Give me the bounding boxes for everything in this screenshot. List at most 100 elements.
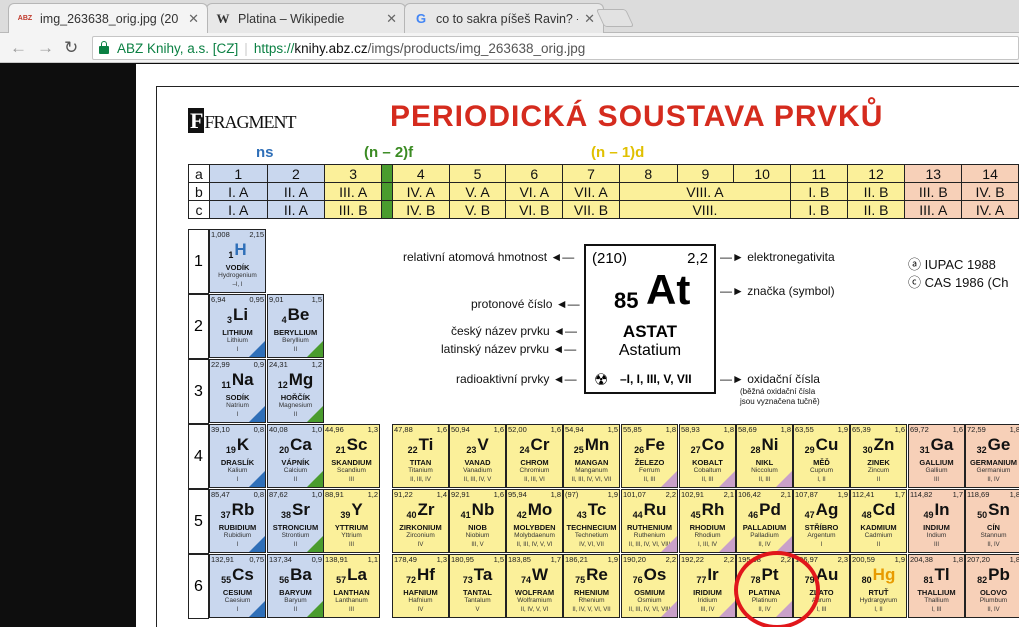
element-cz-name: YTTRIUM xyxy=(334,523,369,532)
back-icon[interactable]: ← xyxy=(10,38,27,58)
element-cell-cu: 63,55 1,9 29Cu MĚĎ Cuprum I, II xyxy=(793,424,850,488)
element-electroneg: 1,6 xyxy=(493,490,504,499)
element-mass: (97) xyxy=(565,490,579,499)
element-number: 29 xyxy=(804,445,815,455)
element-mass: 1,008 xyxy=(211,230,230,239)
element-cz-name: KOBALT xyxy=(692,458,723,467)
element-symbol-text: Cr xyxy=(530,435,550,454)
address-bar[interactable]: ABZ Knihy, a.s. [CZ] | https:// knihy.ab… xyxy=(92,36,1019,60)
element-cell-cs: 132,91 0,75 55Cs CESIUM Caesium I xyxy=(209,554,266,618)
element-symbol: 4Be xyxy=(268,305,323,325)
element-symbol: 3Li xyxy=(210,305,265,325)
poster-title: PERIODICKÁ SOUSTAVA PRVKŮ xyxy=(390,100,884,133)
element-mass: 44,96 xyxy=(325,425,344,434)
period-label: 4 xyxy=(188,424,209,489)
group-cell: III. B xyxy=(324,200,383,219)
element-cz-name: HAFNIUM xyxy=(403,588,438,597)
element-cz-name: BARYUM xyxy=(279,588,312,597)
element-electroneg: 1,6 xyxy=(894,425,905,434)
element-electroneg: 2,15 xyxy=(249,230,264,239)
tab-title: img_263638_orig.jpg (20 xyxy=(40,11,179,26)
reload-icon[interactable]: ↻ xyxy=(64,38,78,58)
element-cz-name: NIOB xyxy=(468,523,487,532)
element-cell-nb: 92,91 1,6 41Nb NIOB Niobium III, V xyxy=(449,489,506,553)
element-cell-pd: 106,42 2,1 46Pd PALLADIUM Palladium II, IV xyxy=(736,489,793,553)
element-la-name: Tantalum xyxy=(464,597,491,604)
element-corner-mark xyxy=(719,601,735,617)
element-number: 38 xyxy=(281,510,292,520)
element-la-name: Plumbum xyxy=(979,597,1008,604)
site-identity[interactable]: ABZ Knihy, a.s. [CZ] xyxy=(117,41,238,56)
element-number: 47 xyxy=(804,510,815,520)
element-symbol: 30Zn xyxy=(851,435,906,455)
element-number: 23 xyxy=(466,445,477,455)
element-cell-mo: 95,94 1,8 42Mo MOLYBDEN Molybdaenum II, III, … xyxy=(506,489,563,553)
element-electroneg: 1,8 xyxy=(1009,425,1019,434)
element-symbol-text: Ti xyxy=(418,435,434,454)
legend-number: protonové číslo ◄— xyxy=(471,297,580,311)
element-oxid: II, III, IV, V xyxy=(463,477,492,483)
element-mass: 88,91 xyxy=(325,490,344,499)
element-la-name: Hydrargyrum xyxy=(859,597,898,604)
close-tab-icon[interactable]: ✕ xyxy=(386,11,397,27)
element-cz-name: TANTAL xyxy=(463,588,492,597)
element-symbol: 12Mg xyxy=(268,370,323,390)
group-cell: I. A xyxy=(208,182,268,201)
element-corner-mark xyxy=(661,536,677,552)
period-label: 3 xyxy=(188,359,209,424)
element-cz-name: IRIDIUM xyxy=(693,588,722,597)
element-cz-name: ŽELEZO xyxy=(634,458,665,467)
legend-iupac: ⓐ IUPAC 1988 xyxy=(908,257,996,272)
arrow-icon: ◄— xyxy=(552,342,577,356)
element-electroneg: 1,9 xyxy=(837,425,848,434)
element-symbol: 56Ba xyxy=(268,565,323,585)
element-mass: 137,34 xyxy=(269,555,292,564)
legend-text: relativní atomová hmotnost xyxy=(403,250,548,264)
close-tab-icon[interactable]: ✕ xyxy=(584,11,595,27)
close-tab-icon[interactable]: ✕ xyxy=(188,11,199,27)
element-mass: 106,42 xyxy=(738,490,761,499)
element-symbol-text: Zn xyxy=(873,435,895,454)
element-number: 31 xyxy=(919,445,930,455)
element-electroneg: 2,1 xyxy=(723,490,734,499)
element-symbol: 81Tl xyxy=(909,565,964,585)
tab-image[interactable]: ABZ img_263638_orig.jpg (20 ✕ xyxy=(8,3,208,33)
element-cz-name: ZIRKONIUM xyxy=(399,523,442,532)
element-symbol: 45Rh xyxy=(680,500,735,520)
element-symbol: 80Hg xyxy=(851,565,906,585)
element-symbol: 76Os xyxy=(622,565,677,585)
element-cz-name: NIKL xyxy=(755,458,774,467)
element-oxid: III xyxy=(348,477,354,483)
element-cz-name: MANGAN xyxy=(574,458,609,467)
page-viewport[interactable]: F FRAGMENT PERIODICKÁ SOUSTAVA PRVKŮ ns (… xyxy=(0,64,1019,627)
element-electroneg: 1,9 xyxy=(607,555,618,564)
element-symbol-text: Mg xyxy=(288,370,314,389)
group-cell: III. A xyxy=(324,182,383,201)
element-la-name: Lanthanum xyxy=(335,597,368,604)
element-symbol-text: Mo xyxy=(527,500,553,519)
forward-icon[interactable]: → xyxy=(37,38,54,58)
element-symbol-text: Cu xyxy=(815,435,839,454)
element-electroneg: 1,3 xyxy=(367,425,378,434)
period-label: 5 xyxy=(188,489,209,554)
element-cz-name: TECHNECIUM xyxy=(566,523,617,532)
tab-wikipedia[interactable]: W Platina – Wikipedie ✕ xyxy=(206,3,406,33)
element-mass: 54,94 xyxy=(565,425,584,434)
arrow-icon: ◄— xyxy=(552,372,577,386)
element-symbol: 49In xyxy=(909,500,964,520)
element-symbol-text: Ru xyxy=(643,500,667,519)
element-electroneg: 2,1 xyxy=(780,490,791,499)
group-cell: 8 xyxy=(618,164,678,183)
element-cell-sc: 44,96 1,3 21Sc SKANDIUM Scandium III xyxy=(323,424,380,488)
element-mass: 87,62 xyxy=(269,490,288,499)
legend-text: latinský název prvku xyxy=(441,342,550,356)
element-symbol-text: Y xyxy=(351,500,363,519)
element-cell-ga: 69,72 1,6 31Ga GALLIUM Gallium III xyxy=(908,424,965,488)
tab-google[interactable]: G co to sakra píšeš Ravin? - ✕ xyxy=(404,3,604,33)
group-cell: I. A xyxy=(208,200,268,219)
group-row-a: a 1 2 3 4 5 6 7 8 9 10 11 12 13 14 xyxy=(188,164,1019,183)
group-cell: 10 xyxy=(733,164,791,183)
element-cz-name: CESIUM xyxy=(222,588,253,597)
element-corner-mark xyxy=(249,601,265,617)
element-mass: 114,82 xyxy=(910,490,933,499)
